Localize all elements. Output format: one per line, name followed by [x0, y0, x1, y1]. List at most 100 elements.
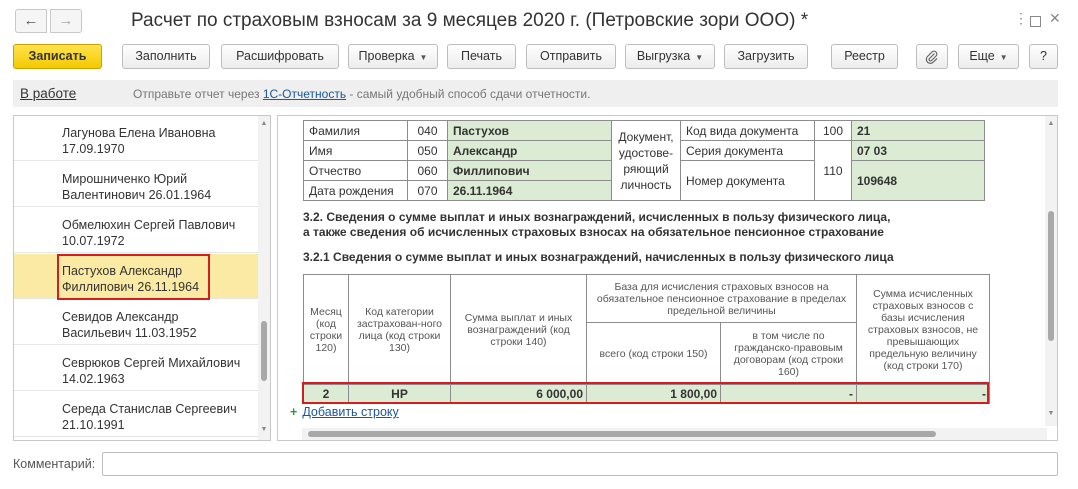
header-civil: в том числе по гражданско-правовым догов…	[720, 322, 857, 385]
status-link[interactable]: В работе	[20, 86, 76, 101]
forward-button[interactable]: →	[50, 9, 82, 33]
doc-number-field[interactable]: 109648	[851, 160, 985, 201]
header-sum: Сумма выплат и иных вознаграждений (код …	[450, 274, 587, 385]
back-button[interactable]: ←	[15, 9, 47, 33]
load-button[interactable]: Загрузить	[724, 44, 808, 69]
check-label: Проверка	[358, 49, 415, 63]
more-label: Еще	[969, 49, 995, 63]
paperclip-icon	[925, 50, 938, 64]
person-name: Севрюков Сергей Михайлович	[62, 356, 241, 370]
doc-type-code: 100	[814, 120, 852, 141]
person-name: Севидов Александр	[62, 310, 179, 324]
person-detail: 14.02.1963	[62, 372, 125, 386]
comment-label: Комментарий:	[13, 457, 96, 471]
persons-scrollbar[interactable]: ▲ ▼	[258, 116, 270, 440]
reporting-link[interactable]: 1С-Отчетность	[263, 87, 346, 101]
doc-label: Документ, удостове-ряющий личность	[611, 120, 681, 201]
scroll-thumb[interactable]	[1048, 211, 1054, 341]
header-contrib: Сумма исчисленных страховых взносов с ба…	[856, 274, 990, 385]
add-row-label: Добавить строку	[302, 405, 399, 419]
header-base: База для исчисления страховых взносов на…	[586, 274, 857, 323]
patronymic-label: Отчество	[303, 160, 408, 181]
caret-down-icon: ▼	[999, 53, 1008, 62]
toolbar: Записать Заполнить Расшифровать Проверка…	[0, 42, 1078, 72]
doc-number-code: 110	[814, 140, 852, 201]
section-3-2-line1: 3.2. Сведения о сумме выплат и иных возн…	[303, 210, 891, 224]
patronymic-field[interactable]: Филлипович	[447, 160, 612, 181]
person-name: Середа Станислав Сергеевич	[62, 402, 237, 416]
surname-field[interactable]: Пастухов	[447, 120, 612, 141]
caret-down-icon: ▼	[695, 53, 704, 62]
title-bar: ← → Расчет по страховым взносам за 9 мес…	[0, 0, 1078, 42]
list-item[interactable]: Обмелюхин Сергей Павлович 10.07.1972	[14, 208, 258, 253]
birthdate-code: 070	[407, 180, 448, 201]
birthdate-label: Дата рождения	[303, 180, 408, 201]
section-3-2-title: 3.2. Сведения о сумме выплат и иных возн…	[303, 210, 890, 240]
close-icon[interactable]: ✕	[1049, 10, 1061, 27]
horizontal-scroll-thumb[interactable]	[308, 431, 936, 437]
info-message: Отправьте отчет через 1С-Отчетность - са…	[133, 87, 590, 101]
person-name: Мирошниченко Юрий	[62, 172, 188, 186]
horizontal-scrollbar[interactable]	[302, 428, 1047, 440]
scroll-thumb[interactable]	[261, 321, 267, 381]
arrow-right-icon: →	[58, 12, 74, 29]
name-code: 050	[407, 140, 448, 161]
section-3-2-line2: а также сведения об исчисленных страховы…	[303, 225, 884, 239]
save-button[interactable]: Записать	[13, 44, 102, 69]
scroll-down-icon[interactable]: ▼	[1046, 410, 1056, 417]
attach-button[interactable]	[916, 44, 948, 69]
export-label: Выгрузка	[636, 49, 691, 63]
birthdate-field[interactable]: 26.11.1964	[447, 180, 612, 201]
header-category: Код категории застрахован-ного лица (код…	[348, 274, 451, 385]
name-field[interactable]: Александр	[447, 140, 612, 161]
check-button[interactable]: Проверка ▼	[348, 44, 438, 69]
registry-button[interactable]: Реестр	[831, 44, 898, 69]
scroll-up-icon[interactable]: ▲	[1046, 120, 1056, 127]
export-button[interactable]: Выгрузка ▼	[625, 44, 715, 69]
scroll-down-icon[interactable]: ▼	[259, 426, 269, 433]
fill-button[interactable]: Заполнить	[122, 44, 210, 69]
arrow-left-icon: ←	[23, 12, 39, 29]
person-detail: 17.09.1970	[62, 142, 125, 156]
surname-label: Фамилия	[303, 120, 408, 141]
personal-data-table: Фамилия 040 Пастухов Документ, удостове-…	[303, 120, 985, 201]
doc-type-field[interactable]: 21	[851, 120, 985, 141]
surname-code: 040	[407, 120, 448, 141]
person-detail: 21.10.1991	[62, 418, 125, 432]
doc-series-field[interactable]: 07 03	[851, 140, 985, 161]
list-item[interactable]: Севрюков Сергей Михайлович 14.02.1963	[14, 346, 258, 391]
comment-input[interactable]	[102, 452, 1058, 476]
header-month: Месяц (код строки 120)	[303, 274, 349, 385]
section-3-2-1-title: 3.2.1 Сведения о сумме выплат и иных воз…	[303, 250, 894, 264]
list-item[interactable]: Мирошниченко Юрий Валентинович 26.01.1964	[14, 162, 258, 207]
form-scrollbar[interactable]: ▲ ▼	[1045, 116, 1057, 426]
more-menu-icon[interactable]: ⋮	[1014, 10, 1028, 27]
doc-series-label: Серия документа	[680, 140, 815, 161]
decode-button[interactable]: Расшифровать	[221, 44, 339, 69]
selection-highlight	[57, 254, 210, 300]
list-item[interactable]: Середа Станислав Сергеевич 21.10.1991	[14, 392, 258, 437]
person-name: Обмелюхин Сергей Павлович	[62, 218, 236, 232]
add-row-link[interactable]: + Добавить строку	[290, 405, 399, 419]
list-item[interactable]: Севидов Александр Васильевич 11.03.1952	[14, 300, 258, 345]
scroll-up-icon[interactable]: ▲	[259, 120, 269, 127]
info-text-after: - самый удобный способ сдачи отчетности.	[346, 87, 591, 101]
more-button[interactable]: Еще ▼	[958, 44, 1019, 69]
caret-down-icon: ▼	[419, 53, 428, 62]
maximize-icon[interactable]	[1030, 16, 1041, 27]
header-total: всего (код строки 150)	[586, 322, 721, 385]
window-title: Расчет по страховым взносам за 9 месяцев…	[131, 10, 809, 31]
person-name: Лагунова Елена Ивановна	[62, 126, 216, 140]
person-detail: 10.07.1972	[62, 234, 125, 248]
name-label: Имя	[303, 140, 408, 161]
person-detail: Васильевич 11.03.1952	[62, 326, 197, 340]
row-highlight	[302, 382, 989, 404]
doc-number-label: Номер документа	[680, 160, 815, 201]
send-button[interactable]: Отправить	[526, 44, 616, 69]
person-detail: Валентинович 26.01.1964	[62, 188, 212, 202]
info-bar: В работе Отправьте отчет через 1С-Отчетн…	[13, 80, 1058, 107]
list-item[interactable]: Лагунова Елена Ивановна 17.09.1970	[14, 116, 258, 161]
help-button[interactable]: ?	[1029, 44, 1058, 69]
report-form: Фамилия 040 Пастухов Документ, удостове-…	[277, 115, 1058, 441]
print-button[interactable]: Печать	[447, 44, 516, 69]
